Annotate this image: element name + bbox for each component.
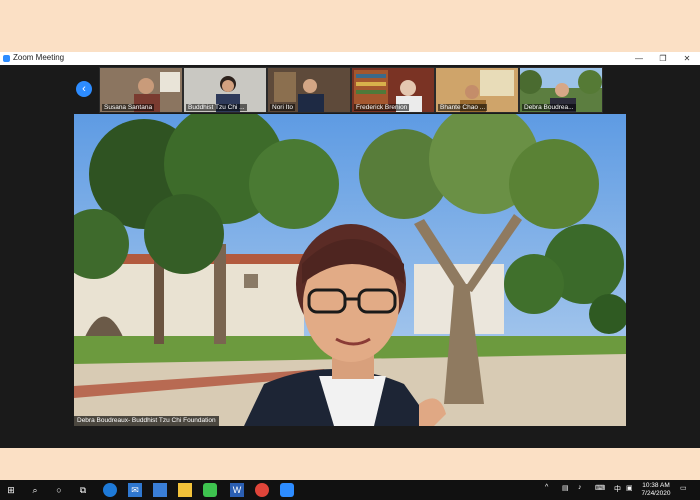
keyboard-icon[interactable]: ⌨ <box>595 484 605 492</box>
clock[interactable]: 10:38 AM 7/24/2020 <box>636 482 676 498</box>
participant-name: Nori Ito <box>270 104 295 111</box>
chevron-up-icon[interactable]: ^ <box>545 484 548 491</box>
active-speaker-video: Debra Boudreaux- Buddhist Tzu Chi Founda… <box>74 114 626 426</box>
windows-start-icon[interactable]: ⊞ <box>4 483 18 497</box>
search-icon[interactable]: ⌕ <box>28 483 42 497</box>
network-icon[interactable]: ▤ <box>562 484 569 492</box>
participant-name: Susana Santana <box>102 104 155 111</box>
windows-taskbar: ⊞ ⌕ ○ ⧉ ✉ W ^ ▤ ♪ ⌨ 中 ▣ 10:38 AM 7/24/20… <box>0 480 700 500</box>
participant-tile[interactable]: Buddhist Tzu Chi ... <box>183 67 267 113</box>
close-button[interactable]: ✕ <box>676 52 698 65</box>
speaker-video-feed <box>74 114 626 426</box>
previous-page-button[interactable]: ‹ <box>76 81 92 97</box>
participant-name: Frederick Brenion <box>354 104 410 111</box>
participant-tile[interactable]: Susana Santana <box>99 67 183 113</box>
participant-tile[interactable]: Bhante Chao ... <box>435 67 519 113</box>
chrome-icon[interactable] <box>255 483 269 497</box>
participant-tile[interactable]: Nori Ito <box>267 67 351 113</box>
clock-time: 10:38 AM <box>642 482 670 489</box>
word-icon[interactable]: W <box>230 483 244 497</box>
file-explorer-icon[interactable] <box>178 483 192 497</box>
window-title: Zoom Meeting <box>13 53 65 62</box>
store-icon[interactable] <box>153 483 167 497</box>
participant-name: Debra Boudrea... <box>522 104 576 111</box>
task-view-icon[interactable]: ⧉ <box>76 483 90 497</box>
zoom-app-icon <box>3 55 10 62</box>
participant-name: Bhante Chao ... <box>438 104 488 111</box>
participant-name: Buddhist Tzu Chi ... <box>186 104 247 111</box>
participant-strip: ‹ Susana Santana Buddhist Tzu Chi ... No… <box>0 65 700 113</box>
title-bar: Zoom Meeting — ❐ ✕ <box>0 52 700 65</box>
zoom-window: Zoom Meeting — ❐ ✕ ‹ Susana Santana Budd… <box>0 52 700 500</box>
clock-date: 7/24/2020 <box>641 490 671 497</box>
ime-icon[interactable]: ▣ <box>626 484 633 492</box>
cortana-icon[interactable]: ○ <box>52 483 66 497</box>
edge-browser-icon[interactable] <box>103 483 117 497</box>
notifications-icon[interactable]: ▭ <box>680 484 687 492</box>
mail-icon[interactable]: ✉ <box>128 483 142 497</box>
zoom-taskbar-icon[interactable] <box>280 483 294 497</box>
maximize-button[interactable]: ❐ <box>652 52 674 65</box>
minimize-button[interactable]: — <box>628 52 650 65</box>
volume-icon[interactable]: ♪ <box>578 484 582 491</box>
participant-tile[interactable]: Debra Boudrea... <box>519 67 603 113</box>
active-speaker-name: Debra Boudreaux- Buddhist Tzu Chi Founda… <box>74 416 219 426</box>
line-app-icon[interactable] <box>203 483 217 497</box>
language-indicator[interactable]: 中 <box>614 484 621 494</box>
participant-tile[interactable]: Frederick Brenion <box>351 67 435 113</box>
